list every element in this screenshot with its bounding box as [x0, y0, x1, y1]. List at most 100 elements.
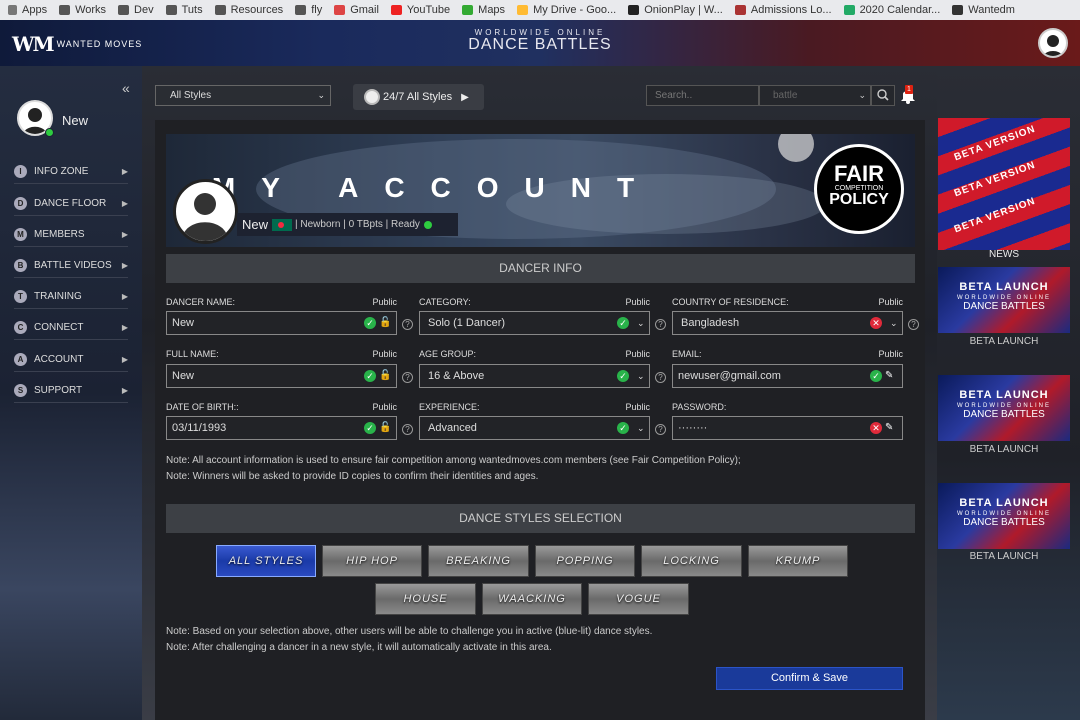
maps-icon	[462, 5, 474, 15]
bookmark-youtube[interactable]: YouTube	[390, 4, 454, 16]
sidebar-item-support[interactable]: S SUPPORT ▶	[14, 379, 128, 403]
profile-avatar[interactable]	[173, 179, 238, 244]
country-select[interactable]: Bangladesh ✕ ⌄	[672, 311, 903, 335]
search-button[interactable]	[871, 85, 895, 106]
style-button-waacking[interactable]: WAACKING	[482, 583, 582, 615]
help-icon[interactable]: ?	[402, 372, 413, 383]
style-button-hip-hop[interactable]: HIP HOP	[322, 545, 422, 577]
bookmark-fly[interactable]: fly	[295, 4, 326, 16]
edit-pencil-icon[interactable]: ✎	[885, 370, 896, 382]
experience-select[interactable]: Advanced ✓ ⌄	[419, 416, 650, 440]
bookmark-resources[interactable]: Resources	[214, 4, 288, 16]
fair-competition-policy-badge[interactable]: FAIR COMPETITION POLICY	[814, 144, 904, 234]
nav-letter-icon: D	[14, 197, 27, 210]
bookmark-dev[interactable]: Dev	[118, 4, 158, 16]
bookmark-admissions[interactable]: Admissions Lo...	[734, 4, 836, 16]
dancer-name-field[interactable]: New ✓ 🔓	[166, 311, 397, 335]
bookmark-onionplay[interactable]: OnionPlay | W...	[628, 4, 727, 16]
help-icon[interactable]: ?	[655, 372, 666, 383]
style-button-krump[interactable]: KRUMP	[748, 545, 848, 577]
help-icon[interactable]: ?	[655, 319, 666, 330]
gmail-icon	[334, 5, 346, 15]
style-button-vogue[interactable]: VOGUE	[588, 583, 689, 615]
site-logo[interactable]: WM WANTED MOVES	[12, 32, 142, 56]
bookmark-drive[interactable]: My Drive - Goo...	[517, 4, 620, 16]
section-header-dance-styles: DANCE STYLES SELECTION	[166, 504, 915, 533]
bookmark-apps[interactable]: Apps	[8, 4, 51, 16]
category-select[interactable]: Solo (1 Dancer) ✓ ⌄	[419, 311, 650, 335]
full-name-visibility: Public	[372, 349, 397, 359]
style-button-house[interactable]: HOUSE	[375, 583, 476, 615]
admissions-icon	[734, 5, 746, 15]
sidebar-item-battle-videos[interactable]: B BATTLE VIDEOS ▶	[14, 254, 128, 278]
header-avatar[interactable]	[1038, 28, 1068, 58]
beta-version-banner[interactable]: BETA VERSION BETA VERSION BETA VERSION	[938, 118, 1070, 250]
help-icon[interactable]: ?	[402, 319, 413, 330]
unlock-icon[interactable]: 🔓	[379, 422, 391, 434]
sidebar-item-members[interactable]: M MEMBERS ▶	[14, 223, 128, 247]
folder-icon	[118, 5, 130, 15]
invalid-x-icon: ✕	[870, 422, 882, 434]
style-button-popping[interactable]: POPPING	[535, 545, 635, 577]
style-button-breaking[interactable]: BREAKING	[428, 545, 529, 577]
sidebar-item-dance-floor[interactable]: D DANCE FLOOR ▶	[14, 192, 128, 216]
beta-launch-card[interactable]: BETA LAUNCH WORLDWIDE ONLINE DANCE BATTLES	[938, 267, 1070, 333]
beta-launch-card[interactable]: BETA LAUNCH WORLDWIDE ONLINE DANCE BATTLES	[938, 375, 1070, 441]
dob-label: DATE OF BIRTH::	[166, 402, 239, 412]
sidebar-item-training[interactable]: T TRAINING ▶	[14, 285, 128, 309]
bookmark-tuts[interactable]: Tuts	[165, 4, 207, 16]
user-icon	[182, 193, 228, 241]
collapse-sidebar-icon[interactable]: «	[122, 80, 130, 96]
style-button-locking[interactable]: LOCKING	[641, 545, 742, 577]
category-label: CATEGORY:	[419, 297, 471, 307]
clock-icon	[364, 89, 380, 105]
chevron-down-icon: ⌄	[637, 371, 645, 381]
chevron-down-icon: ⌄	[858, 90, 866, 100]
style-select[interactable]: All Styles ⌄	[155, 85, 331, 106]
bookmark-works[interactable]: Works	[59, 4, 110, 16]
live-all-styles-button[interactable]: 24/7 All Styles ▶	[353, 84, 484, 110]
drive-icon	[517, 5, 529, 15]
style-button-all-styles[interactable]: ALL STYLES	[216, 545, 316, 577]
folder-icon	[59, 5, 71, 15]
email-field[interactable]: newuser@gmail.com ✓ ✎	[672, 364, 903, 388]
dob-visibility: Public	[372, 402, 397, 412]
edit-pencil-icon[interactable]: ✎	[885, 422, 896, 434]
style-activation-note: Note: After challenging a dancer in a ne…	[166, 642, 552, 653]
unlock-icon[interactable]: 🔓	[379, 317, 391, 329]
nav-letter-icon: C	[14, 321, 27, 334]
confirm-save-button[interactable]: Confirm & Save	[716, 667, 903, 690]
sidebar-item-info-zone[interactable]: I INFO ZONE ▶	[14, 160, 128, 184]
notification-count-badge: 1	[905, 85, 913, 94]
sidebar-item-connect[interactable]: C CONNECT ▶	[14, 316, 128, 340]
password-field[interactable]: ········ ✕ ✎	[672, 416, 903, 440]
password-label: PASSWORD:	[672, 402, 727, 412]
bookmark-gmail[interactable]: Gmail	[334, 4, 383, 16]
unlock-icon[interactable]: 🔓	[379, 370, 391, 382]
category-visibility: Public	[625, 297, 650, 307]
beta-launch-label: BETA LAUNCH	[969, 551, 1039, 562]
profile-status-text: | Newborn | 0 TBpts | Ready	[295, 219, 420, 230]
chevron-down-icon: ⌄	[890, 318, 898, 328]
sidebar-item-account[interactable]: A ACCOUNT ▶	[14, 348, 128, 372]
full-name-field[interactable]: New ✓ 🔓	[166, 364, 397, 388]
dob-field[interactable]: 03/11/1993 ✓ 🔓	[166, 416, 397, 440]
bookmark-maps[interactable]: Maps	[462, 4, 509, 16]
country-label: COUNTRY OF RESIDENCE:	[672, 297, 789, 307]
help-icon[interactable]: ?	[402, 424, 413, 435]
help-icon[interactable]: ?	[908, 319, 919, 330]
bookmark-wantedmoves[interactable]: Wantedm	[952, 4, 1019, 16]
bookmark-calendar[interactable]: 2020 Calendar...	[843, 4, 945, 16]
age-group-select[interactable]: 16 & Above ✓ ⌄	[419, 364, 650, 388]
nav-letter-icon: M	[14, 228, 27, 241]
battle-select[interactable]: battle ⌄	[759, 85, 871, 106]
chevron-right-icon: ▶	[121, 386, 128, 395]
logo-text: WANTED MOVES	[56, 39, 143, 49]
search-input[interactable]: Search..	[646, 85, 759, 106]
bangladesh-flag-icon	[272, 218, 293, 231]
beta-launch-card[interactable]: BETA LAUNCH WORLDWIDE ONLINE DANCE BATTLES	[938, 483, 1070, 549]
help-icon[interactable]: ?	[655, 424, 666, 435]
valid-check-icon: ✓	[364, 370, 376, 382]
ready-status-dot	[423, 220, 432, 229]
style-selection-note: Note: Based on your selection above, oth…	[166, 626, 653, 637]
